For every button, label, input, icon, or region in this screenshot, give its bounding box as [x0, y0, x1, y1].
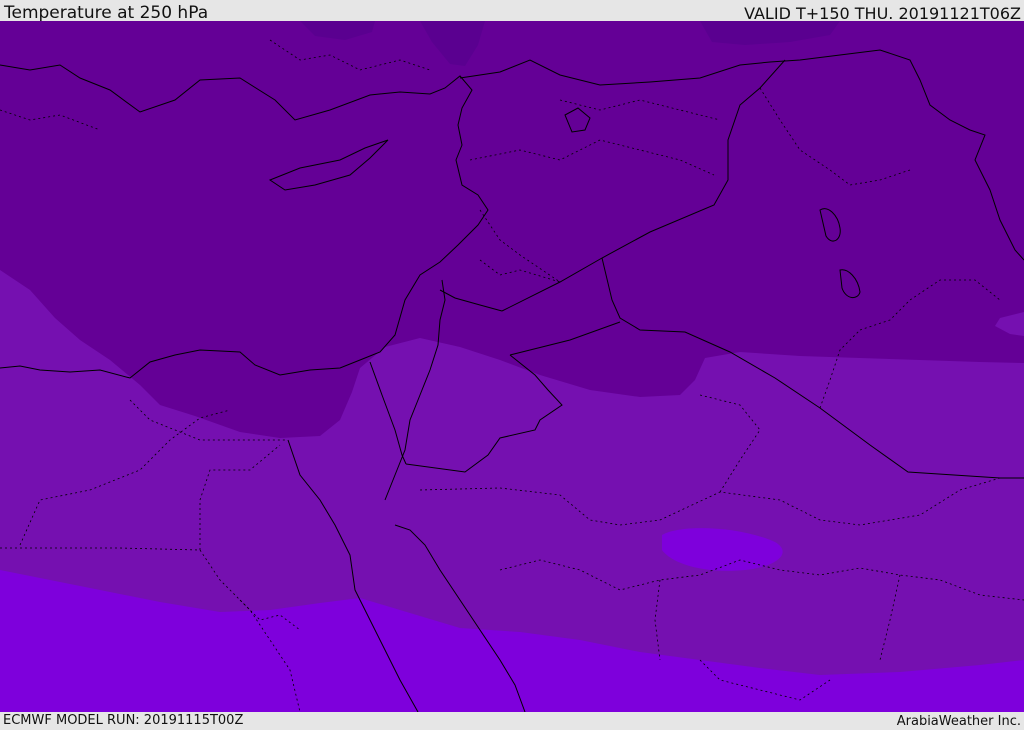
model-run: ECMWF MODEL RUN: 20191115T00Z — [3, 713, 244, 728]
header-bar: Temperature at 250 hPa VALID T+150 THU. … — [0, 0, 1024, 23]
map-title: Temperature at 250 hPa — [4, 3, 209, 23]
credit-text: ArabiaWeather Inc. — [896, 714, 1021, 729]
footer-bar: ECMWF MODEL RUN: 20191115T00Z ArabiaWeat… — [0, 712, 1024, 729]
temperature-map[interactable] — [0, 21, 1024, 712]
